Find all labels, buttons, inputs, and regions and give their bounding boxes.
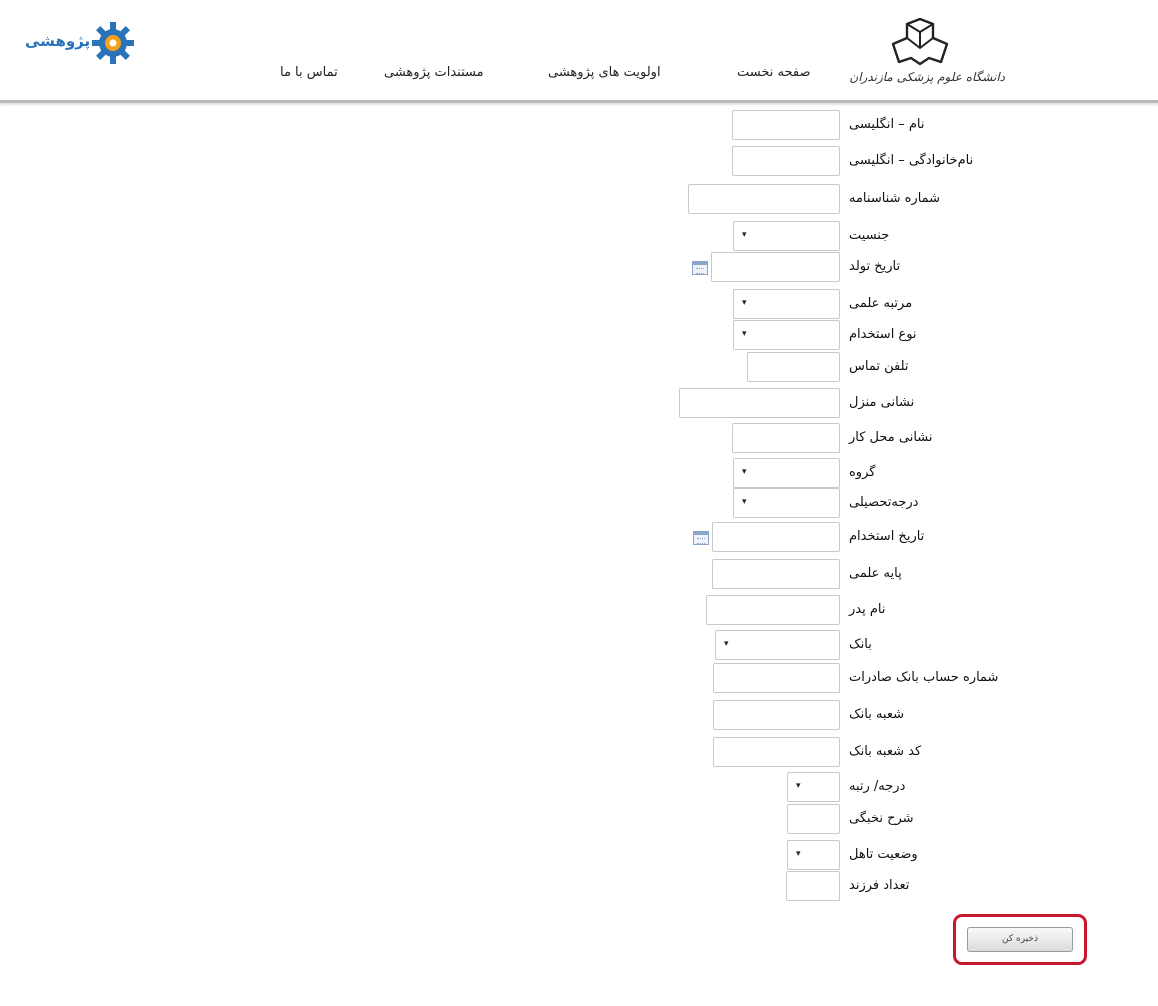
nav-contact-us[interactable]: تماس با ما [280,65,338,80]
form-row-bank: ▾ بانک [0,630,1158,662]
first-name-en-label: نام – انگلیسی [849,117,925,132]
marital-status-label: وضعیت تاهل [849,847,918,862]
last-name-en-label: نام‌خانوادگی – انگلیسی [849,153,974,168]
site-header: دانشگاه علوم پزشکی مازندران صفحه نخست او… [0,0,1158,103]
university-name: دانشگاه علوم پزشکی مازندران [849,70,1005,84]
education-degree-select[interactable]: ▾ [733,488,840,518]
bank-branch-input[interactable] [713,700,840,730]
calendar-icon[interactable] [693,531,709,545]
education-degree-label: درجه‌تحصیلی [849,495,919,510]
gender-label: جنسیت [849,228,890,243]
form-row-children-count: تعداد فرزند [0,871,1158,903]
chevron-down-icon: ▾ [796,781,801,791]
elite-description-input[interactable] [787,804,840,834]
bank-branch-label: شعبه بانک [849,707,905,722]
nav-research-documents[interactable]: مستندات پژوهشی [384,65,484,80]
form-row-academic-grade: پایه علمی [0,559,1158,591]
brand-logo[interactable]: پژوهشی [25,20,145,70]
bank-account-label: شماره حساب بانک صادرات [849,670,999,685]
brand-name: پژوهشی [25,32,91,50]
elite-description-label: شرح نخبگی [849,811,914,826]
bank-account-input[interactable] [713,663,840,693]
academic-rank-label: مرتبه علمی [849,296,913,311]
academic-rank-select[interactable]: ▾ [733,289,840,319]
form-row-bank-branch-code: کد شعبه بانک [0,737,1158,769]
form-row-bank-branch: شعبه بانک [0,700,1158,732]
work-address-input[interactable] [732,423,840,453]
form-row-group: ▾ گروه [0,458,1158,490]
phone-input[interactable] [747,352,840,382]
degree-rank-select[interactable]: ▾ [787,772,840,802]
nav-research-priorities[interactable]: اولویت های پژوهشی [548,65,661,80]
id-number-input[interactable] [688,184,840,214]
chevron-down-icon: ▾ [796,849,801,859]
first-name-en-input[interactable] [732,110,840,140]
academic-grade-label: پایه علمی [849,566,902,581]
phone-label: تلفن تماس [849,359,909,374]
form-row-marital-status: ▾ وضعیت تاهل [0,840,1158,872]
id-number-label: شماره شناسنامه [849,191,941,206]
group-label: گروه [849,465,876,480]
gender-select[interactable]: ▾ [733,221,840,251]
save-button[interactable]: ذخیره کن [967,927,1073,952]
university-logo[interactable]: دانشگاه علوم پزشکی مازندران [849,18,1005,90]
form-row-academic-rank: ▾ مرتبه علمی [0,289,1158,321]
last-name-en-input[interactable] [732,146,840,176]
employment-type-label: نوع استخدام [849,327,917,342]
marital-status-select[interactable]: ▾ [787,840,840,870]
chevron-down-icon: ▾ [742,467,747,477]
form-row-first-name-en: نام – انگلیسی [0,110,1158,142]
academic-grade-input[interactable] [712,559,840,589]
form-row-last-name-en: نام‌خانوادگی – انگلیسی [0,146,1158,178]
form-row-employment-date: تاریخ استخدام [0,522,1158,554]
form-row-bank-account: شماره حساب بانک صادرات [0,663,1158,695]
children-count-input[interactable] [786,871,840,901]
birth-date-label: تاریخ تولد [849,259,901,274]
form-row-elite-description: شرح نخبگی [0,804,1158,836]
form-row-education-degree: ▾ درجه‌تحصیلی [0,488,1158,520]
form-row-birth-date: تاریخ تولد [0,252,1158,284]
group-select[interactable]: ▾ [733,458,840,488]
nav-home[interactable]: صفحه نخست [737,65,810,80]
form-row-employment-type: ▾ نوع استخدام [0,320,1158,352]
employment-date-input[interactable] [712,522,840,552]
bank-select[interactable]: ▾ [715,630,840,660]
form-row-phone: تلفن تماس [0,352,1158,384]
birth-date-input[interactable] [711,252,840,282]
chevron-down-icon: ▾ [742,329,747,339]
chevron-down-icon: ▾ [724,639,729,649]
employment-date-label: تاریخ استخدام [849,529,925,544]
father-name-input[interactable] [706,595,840,625]
work-address-label: نشانی محل کار [849,430,933,445]
university-emblem-icon [891,18,949,66]
bank-branch-code-label: کد شعبه بانک [849,744,922,759]
gear-icon [92,22,134,64]
home-address-label: نشانی منزل [849,395,915,410]
form-row-gender: ▾ جنسیت [0,221,1158,253]
form-row-father-name: نام پدر [0,595,1158,627]
calendar-icon[interactable] [692,261,708,275]
form-row-home-address: نشانی منزل [0,388,1158,420]
save-button-highlight: ذخیره کن [953,914,1087,965]
chevron-down-icon: ▾ [742,497,747,507]
form-row-degree-rank: ▾ درجه/ رتبه [0,772,1158,804]
chevron-down-icon: ▾ [742,298,747,308]
bank-branch-code-input[interactable] [713,737,840,767]
chevron-down-icon: ▾ [742,230,747,240]
children-count-label: تعداد فرزند [849,878,910,893]
employment-type-select[interactable]: ▾ [733,320,840,350]
father-name-label: نام پدر [849,602,886,617]
form-row-work-address: نشانی محل کار [0,423,1158,455]
degree-rank-label: درجه/ رتبه [849,779,906,794]
bank-label: بانک [849,637,872,652]
home-address-input[interactable] [679,388,840,418]
form-row-id-number: شماره شناسنامه [0,184,1158,216]
